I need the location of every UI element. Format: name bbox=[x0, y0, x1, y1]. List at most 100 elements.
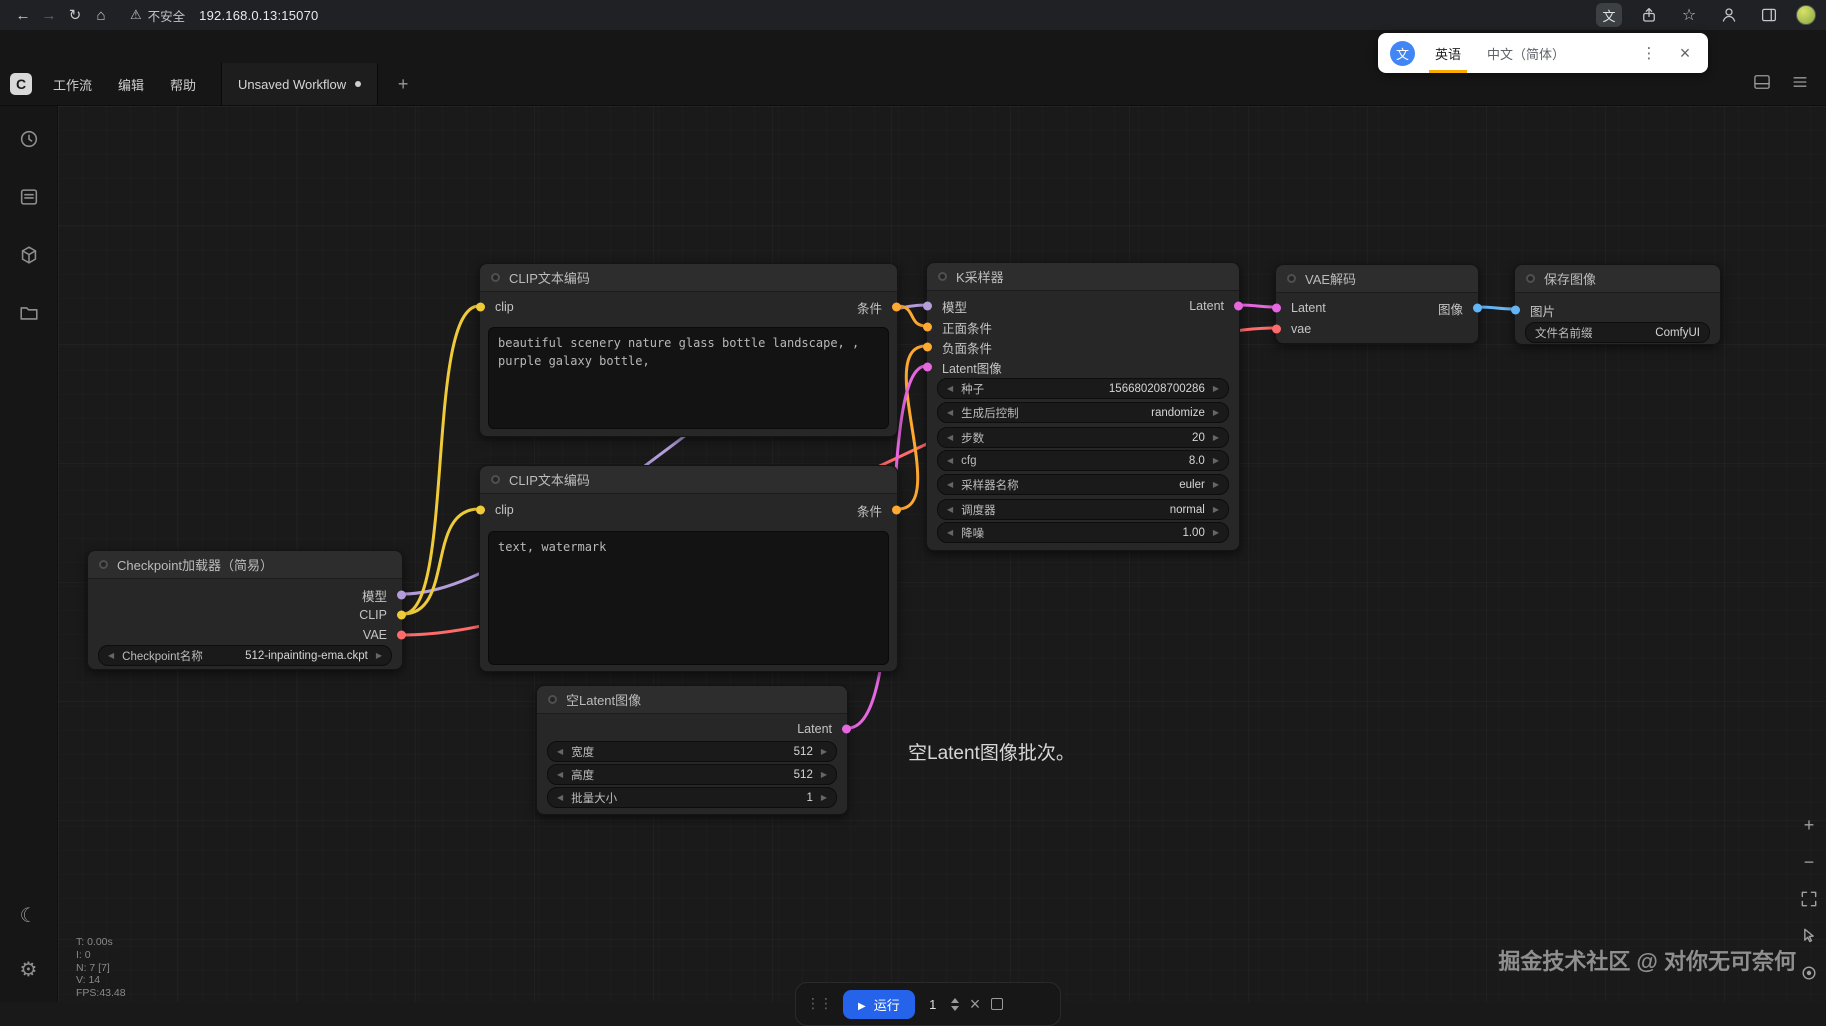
model-slot-dot-icon[interactable] bbox=[923, 302, 932, 311]
browser-forward-icon[interactable] bbox=[36, 2, 62, 28]
input-slot-vae[interactable]: vae bbox=[1276, 319, 1311, 339]
image-slot-dot-icon[interactable] bbox=[1511, 306, 1520, 315]
output-slot-conditioning[interactable]: 条件 bbox=[857, 500, 897, 520]
menu-edit[interactable]: 编辑 bbox=[105, 63, 157, 105]
input-slot-latent-image[interactable]: Latent图像 bbox=[927, 357, 1002, 377]
collapse-dot-icon[interactable] bbox=[99, 560, 108, 569]
height-widget[interactable]: 高度 512 bbox=[547, 764, 837, 785]
node-header[interactable]: K采样器 bbox=[927, 263, 1239, 291]
node-empty-latent-image[interactable]: 空Latent图像 Latent 宽度 512 高度 512 批量大小 1 bbox=[536, 685, 848, 815]
input-slot-clip[interactable]: clip bbox=[480, 500, 514, 520]
vae-slot-dot-icon[interactable] bbox=[397, 631, 406, 640]
scheduler-widget[interactable]: 调度器 normal bbox=[937, 499, 1229, 520]
decrement-icon[interactable] bbox=[951, 1006, 959, 1011]
select-mode-button[interactable] bbox=[1796, 923, 1822, 949]
latent-slot-dot-icon[interactable] bbox=[1272, 304, 1281, 313]
image-slot-dot-icon[interactable] bbox=[1473, 304, 1482, 313]
node-header[interactable]: 保存图像 bbox=[1515, 265, 1720, 293]
browser-reload-icon[interactable] bbox=[62, 2, 88, 28]
menu-list-icon[interactable] bbox=[1790, 72, 1810, 97]
conditioning-slot-dot-icon[interactable] bbox=[923, 323, 932, 332]
batch-count-stepper[interactable] bbox=[951, 998, 959, 1011]
checkpoint-name-widget[interactable]: Checkpoint名称 512-inpainting-ema.ckpt bbox=[98, 645, 392, 666]
collapse-dot-icon[interactable] bbox=[1526, 274, 1535, 283]
collapse-dot-icon[interactable] bbox=[491, 475, 500, 484]
output-slot-image[interactable]: 图像 bbox=[1438, 298, 1478, 318]
workflow-history-icon[interactable] bbox=[14, 124, 44, 154]
translate-icon[interactable] bbox=[1596, 3, 1622, 27]
output-slot-latent[interactable]: Latent bbox=[1189, 296, 1239, 316]
menu-workflow[interactable]: 工作流 bbox=[40, 63, 105, 105]
zoom-in-button[interactable] bbox=[1796, 812, 1822, 838]
comfyui-logo[interactable]: C bbox=[10, 73, 32, 95]
model-slot-dot-icon[interactable] bbox=[397, 591, 406, 600]
bottom-panel-toggle-icon[interactable] bbox=[1752, 72, 1772, 97]
cfg-widget[interactable]: cfg 8.0 bbox=[937, 450, 1229, 471]
collapse-dot-icon[interactable] bbox=[491, 273, 500, 282]
site-security-badge[interactable]: 不安全 bbox=[130, 6, 185, 25]
clip-slot-dot-icon[interactable] bbox=[476, 506, 485, 515]
input-slot-image[interactable]: 图片 bbox=[1515, 300, 1555, 320]
positive-prompt-textarea[interactable]: beautiful scenery nature glass bottle la… bbox=[488, 327, 889, 429]
run-button[interactable]: 运行 bbox=[843, 990, 915, 1019]
collapse-dot-icon[interactable] bbox=[548, 695, 557, 704]
cancel-run-icon[interactable] bbox=[970, 994, 981, 1015]
output-slot-model[interactable]: 模型 bbox=[362, 585, 402, 605]
vae-slot-dot-icon[interactable] bbox=[1272, 325, 1281, 334]
node-library-icon[interactable] bbox=[14, 240, 44, 270]
batch-count[interactable]: 1 bbox=[926, 997, 940, 1012]
workflow-tab[interactable]: Unsaved Workflow bbox=[221, 63, 378, 105]
focus-mode-button[interactable] bbox=[1796, 960, 1822, 986]
node-ksampler[interactable]: K采样器 模型 Latent 正面条件 负面条件 Latent图像 种子 156… bbox=[926, 262, 1240, 551]
side-panel-icon[interactable] bbox=[1756, 3, 1782, 27]
browser-back-icon[interactable] bbox=[10, 2, 36, 28]
clip-slot-dot-icon[interactable] bbox=[476, 303, 485, 312]
filename-prefix-widget[interactable]: 文件名前缀 ComfyUI bbox=[1525, 322, 1710, 343]
node-clip-text-encode-negative[interactable]: CLIP文本编码 clip 条件 text, watermark bbox=[479, 465, 898, 672]
conditioning-slot-dot-icon[interactable] bbox=[892, 506, 901, 515]
theme-toggle-icon[interactable] bbox=[14, 900, 44, 930]
menu-help[interactable]: 帮助 bbox=[157, 63, 209, 105]
node-checkpoint-loader[interactable]: Checkpoint加载器（简易） 模型 CLIP VAE Checkpoint… bbox=[87, 550, 403, 670]
denoise-widget[interactable]: 降噪 1.00 bbox=[937, 522, 1229, 543]
sampler-name-widget[interactable]: 采样器名称 euler bbox=[937, 474, 1229, 495]
node-header[interactable]: 空Latent图像 bbox=[537, 686, 847, 714]
node-header[interactable]: CLIP文本编码 bbox=[480, 264, 897, 292]
zoom-out-button[interactable] bbox=[1796, 849, 1822, 875]
new-workflow-button[interactable] bbox=[390, 71, 416, 97]
node-header[interactable]: VAE解码 bbox=[1276, 265, 1478, 293]
model-library-icon[interactable] bbox=[14, 298, 44, 328]
stop-run-icon[interactable] bbox=[991, 998, 1003, 1010]
canvas-note[interactable]: 空Latent图像批次。 bbox=[908, 738, 1075, 765]
seed-widget[interactable]: 种子 156680208700286 bbox=[937, 378, 1229, 399]
input-slot-negative[interactable]: 负面条件 bbox=[927, 337, 992, 357]
conditioning-slot-dot-icon[interactable] bbox=[892, 303, 901, 312]
input-slot-positive[interactable]: 正面条件 bbox=[927, 317, 992, 337]
collapse-dot-icon[interactable] bbox=[1287, 274, 1296, 283]
translate-close-icon[interactable] bbox=[1674, 42, 1696, 64]
settings-icon[interactable] bbox=[14, 954, 44, 984]
browser-avatar[interactable] bbox=[1796, 5, 1816, 25]
translate-options-icon[interactable] bbox=[1638, 42, 1660, 64]
queue-icon[interactable] bbox=[14, 182, 44, 212]
latent-slot-dot-icon[interactable] bbox=[842, 725, 851, 734]
address-bar[interactable]: 192.168.0.13:15070 bbox=[199, 8, 318, 23]
translate-target-tab[interactable]: 中文（简体） bbox=[1481, 33, 1571, 73]
latent-slot-dot-icon[interactable] bbox=[923, 363, 932, 372]
node-clip-text-encode-positive[interactable]: CLIP文本编码 clip 条件 beautiful scenery natur… bbox=[479, 263, 898, 437]
share-icon[interactable] bbox=[1636, 3, 1662, 27]
input-slot-clip[interactable]: clip bbox=[480, 297, 514, 317]
conditioning-slot-dot-icon[interactable] bbox=[923, 343, 932, 352]
drag-handle-icon[interactable] bbox=[806, 995, 832, 1013]
bookmark-star-icon[interactable] bbox=[1676, 3, 1702, 27]
translate-source-tab[interactable]: 英语 bbox=[1429, 33, 1467, 73]
output-slot-clip[interactable]: CLIP bbox=[359, 605, 402, 625]
node-header[interactable]: CLIP文本编码 bbox=[480, 466, 897, 494]
collapse-dot-icon[interactable] bbox=[938, 272, 947, 281]
input-slot-latent[interactable]: Latent bbox=[1276, 298, 1326, 318]
node-save-image[interactable]: 保存图像 图片 文件名前缀 ComfyUI bbox=[1514, 264, 1721, 345]
negative-prompt-textarea[interactable]: text, watermark bbox=[488, 531, 889, 665]
profile-icon[interactable] bbox=[1716, 3, 1742, 27]
clip-slot-dot-icon[interactable] bbox=[397, 611, 406, 620]
batch-size-widget[interactable]: 批量大小 1 bbox=[547, 787, 837, 808]
